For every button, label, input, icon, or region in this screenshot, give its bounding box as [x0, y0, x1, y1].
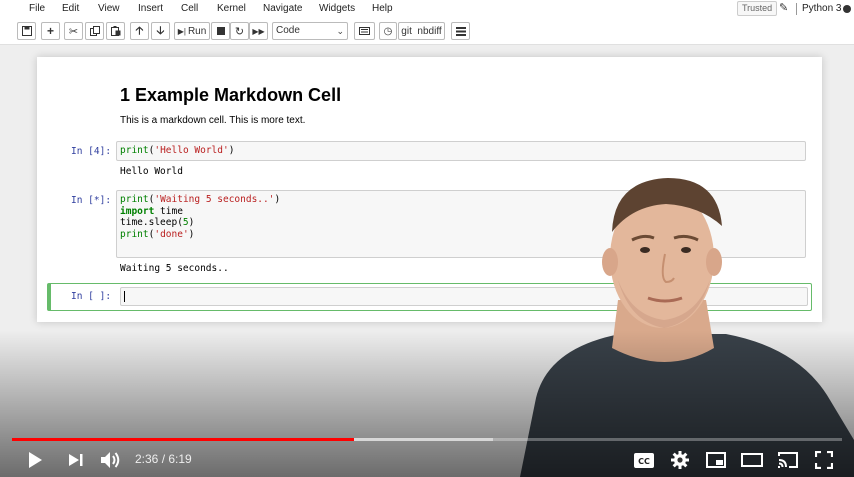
nbdiff-button[interactable]: git nbdiff [398, 22, 445, 40]
trusted-badge[interactable]: Trusted [737, 1, 778, 16]
kernel-name[interactable]: Python 3 [802, 3, 841, 14]
settings-icon [671, 451, 689, 469]
cell-type-value: Code [276, 25, 300, 36]
cell-prompt: In [4]: [71, 146, 112, 157]
play-button[interactable] [23, 448, 47, 472]
captions-icon: CC [634, 452, 654, 468]
arrow-down-icon: 🡣 [156, 24, 165, 37]
restart-run-all-button[interactable]: ▶▶ [249, 22, 268, 40]
play-icon [29, 452, 42, 468]
volume-icon [101, 452, 120, 468]
captions-button[interactable]: CC [632, 448, 656, 472]
cell-prompt: In [ ]: [71, 291, 112, 302]
menu-view[interactable]: View [98, 3, 120, 14]
progress-bar[interactable] [12, 438, 842, 441]
table-of-contents-button[interactable] [451, 22, 470, 40]
cell-type-select[interactable]: Code ⌄ [272, 22, 348, 40]
cast-button[interactable] [776, 448, 800, 472]
history-icon: ◷ [383, 25, 393, 37]
menu-insert[interactable]: Insert [138, 3, 163, 14]
markdown-heading: 1 Example Markdown Cell [120, 85, 342, 105]
list-icon [455, 26, 466, 36]
text-cursor [124, 291, 125, 302]
cell-prompt: In [*]: [71, 195, 112, 206]
copy-button[interactable] [85, 22, 104, 40]
cut-button[interactable]: ✂ [64, 22, 83, 40]
menu-navigate[interactable]: Navigate [263, 3, 302, 14]
next-button[interactable] [64, 448, 88, 472]
menu-file[interactable]: File [29, 3, 45, 14]
plus-icon: + [46, 24, 54, 38]
nbdiff-label: git nbdiff [401, 25, 442, 37]
theater-icon [741, 453, 763, 467]
menu-bar: File Edit View Insert Cell Kernel Naviga… [0, 0, 854, 19]
kernel-separator [796, 3, 797, 15]
notebook-toolbar: + ✂ 🡡 🡣 ▶| Run ↻ ▶▶ Code ⌄ ◷ git nbdiff [0, 19, 854, 45]
stop-icon [216, 27, 225, 35]
markdown-paragraph: This is a markdown cell. This is more te… [120, 115, 306, 126]
interrupt-button[interactable] [211, 22, 230, 40]
restart-button[interactable]: ↻ [230, 22, 249, 40]
code-cell-input[interactable]: print('Hello World') [116, 141, 806, 161]
history-button[interactable]: ◷ [379, 22, 397, 40]
svg-text:CC: CC [638, 457, 650, 466]
miniplayer-icon [706, 452, 726, 468]
chevron-down-icon: ⌄ [336, 26, 344, 36]
fullscreen-icon [815, 451, 833, 469]
copy-icon [89, 26, 100, 36]
menu-edit[interactable]: Edit [62, 3, 79, 14]
paste-icon [110, 26, 120, 36]
code-text: print('Hello World') [120, 145, 235, 156]
menu-widgets[interactable]: Widgets [319, 3, 355, 14]
insert-cell-button[interactable]: + [41, 22, 60, 40]
fast-forward-icon: ▶▶ [252, 26, 265, 36]
restart-icon: ↻ [234, 25, 245, 38]
menu-kernel[interactable]: Kernel [217, 3, 246, 14]
progress-played [12, 438, 354, 441]
move-down-button[interactable]: 🡣 [151, 22, 170, 40]
menu-help[interactable]: Help [372, 3, 393, 14]
theater-mode-button[interactable] [740, 448, 764, 472]
run-label: Run [187, 25, 207, 37]
run-button[interactable]: ▶| Run [174, 22, 210, 40]
scissors-icon: ✂ [68, 25, 79, 38]
save-icon [21, 26, 32, 36]
arrow-up-icon: 🡡 [135, 24, 144, 37]
move-up-button[interactable]: 🡡 [130, 22, 149, 40]
keyboard-icon [359, 27, 370, 35]
volume-button[interactable] [99, 448, 123, 472]
settings-button[interactable] [668, 448, 692, 472]
time-display: 2:36 / 6:19 [135, 452, 192, 466]
cast-icon [778, 452, 798, 468]
edit-pencil-icon[interactable]: ✎ [779, 1, 788, 14]
cell-output: Waiting 5 seconds.. [120, 263, 229, 274]
miniplayer-button[interactable] [704, 448, 728, 472]
fullscreen-button[interactable] [812, 448, 836, 472]
step-forward-icon: ▶| [177, 26, 186, 36]
command-palette-button[interactable] [354, 22, 375, 40]
kernel-busy-indicator-icon [843, 5, 851, 13]
menu-cell[interactable]: Cell [181, 3, 198, 14]
paste-button[interactable] [106, 22, 125, 40]
next-icon [69, 454, 83, 466]
cell-output: Hello World [120, 166, 183, 177]
save-button[interactable] [17, 22, 36, 40]
